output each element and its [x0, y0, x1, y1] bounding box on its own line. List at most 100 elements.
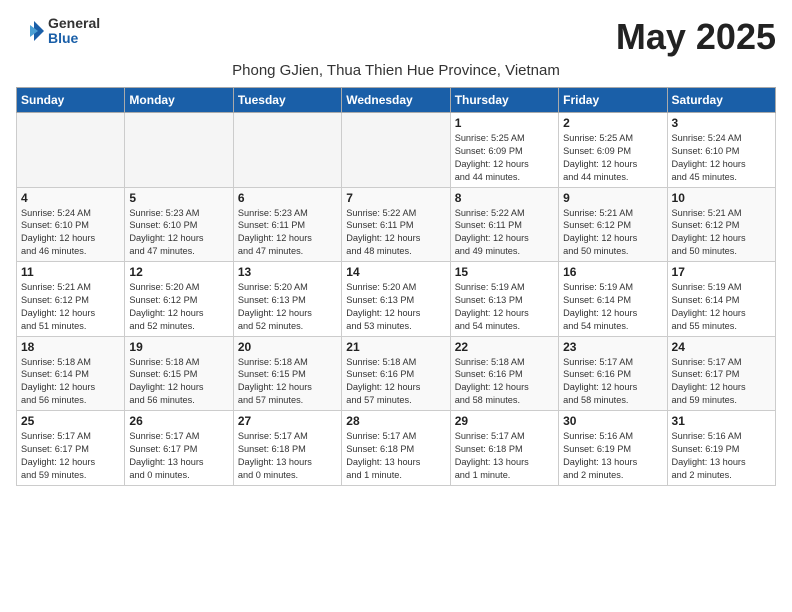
day-info: Sunrise: 5:24 AM Sunset: 6:10 PM Dayligh…	[21, 207, 120, 259]
day-number: 4	[21, 191, 120, 205]
location-subtitle: Phong GJien, Thua Thien Hue Province, Vi…	[16, 62, 776, 79]
day-number: 11	[21, 265, 120, 279]
day-info: Sunrise: 5:17 AM Sunset: 6:16 PM Dayligh…	[563, 356, 662, 408]
day-number: 14	[346, 265, 445, 279]
calendar-cell: 10 Sunrise: 5:21 AM Sunset: 6:12 PM Dayli…	[667, 187, 775, 262]
calendar-cell: 5 Sunrise: 5:23 AM Sunset: 6:10 PM Daylig…	[125, 187, 233, 262]
day-number: 29	[455, 414, 554, 428]
day-info: Sunrise: 5:16 AM Sunset: 6:19 PM Dayligh…	[563, 430, 662, 482]
day-info: Sunrise: 5:18 AM Sunset: 6:15 PM Dayligh…	[238, 356, 337, 408]
calendar-week-5: 25 Sunrise: 5:17 AM Sunset: 6:17 PM Dayli…	[17, 411, 776, 486]
day-info: Sunrise: 5:20 AM Sunset: 6:13 PM Dayligh…	[346, 281, 445, 333]
day-number: 31	[672, 414, 771, 428]
calendar-cell: 19 Sunrise: 5:18 AM Sunset: 6:15 PM Dayli…	[125, 336, 233, 411]
calendar-cell: 15Sunrise: 5:19 AM Sunset: 6:13 PM Dayli…	[450, 262, 558, 337]
day-info: Sunrise: 5:21 AM Sunset: 6:12 PM Dayligh…	[672, 207, 771, 259]
calendar-cell: 6 Sunrise: 5:23 AM Sunset: 6:11 PM Daylig…	[233, 187, 341, 262]
calendar-cell: 25 Sunrise: 5:17 AM Sunset: 6:17 PM Dayli…	[17, 411, 125, 486]
day-info: Sunrise: 5:22 AM Sunset: 6:11 PM Dayligh…	[346, 207, 445, 259]
title-section: May 2025	[616, 16, 776, 58]
day-number: 25	[21, 414, 120, 428]
day-info: Sunrise: 5:17 AM Sunset: 6:17 PM Dayligh…	[129, 430, 228, 482]
calendar-cell: 20Sunrise: 5:18 AM Sunset: 6:15 PM Dayli…	[233, 336, 341, 411]
calendar-cell: 28 Sunrise: 5:17 AM Sunset: 6:18 PM Dayli…	[342, 411, 450, 486]
page-header: General Blue May 2025	[16, 16, 776, 58]
calendar-cell: 7 Sunrise: 5:22 AM Sunset: 6:11 PM Daylig…	[342, 187, 450, 262]
calendar-week-1: 1 Sunrise: 5:25 AM Sunset: 6:09 PM Daylig…	[17, 113, 776, 188]
day-info: Sunrise: 5:18 AM Sunset: 6:14 PM Dayligh…	[21, 356, 120, 408]
day-number: 7	[346, 191, 445, 205]
calendar-cell: 14 Sunrise: 5:20 AM Sunset: 6:13 PM Dayli…	[342, 262, 450, 337]
logo-text: General Blue	[48, 16, 100, 47]
day-number: 28	[346, 414, 445, 428]
day-info: Sunrise: 5:19 AM Sunset: 6:14 PM Dayligh…	[563, 281, 662, 333]
calendar-week-2: 4 Sunrise: 5:24 AM Sunset: 6:10 PM Daylig…	[17, 187, 776, 262]
calendar-cell: 3 Sunrise: 5:24 AM Sunset: 6:10 PM Daylig…	[667, 113, 775, 188]
calendar-cell: 26 Sunrise: 5:17 AM Sunset: 6:17 PM Dayli…	[125, 411, 233, 486]
day-info: Sunrise: 5:20 AM Sunset: 6:13 PM Dayligh…	[238, 281, 337, 333]
day-info: Sunrise: 5:22 AM Sunset: 6:11 PM Dayligh…	[455, 207, 554, 259]
day-info: Sunrise: 5:25 AM Sunset: 6:09 PM Dayligh…	[455, 132, 554, 184]
day-number: 2	[563, 116, 662, 130]
calendar-cell: 29 Sunrise: 5:17 AM Sunset: 6:18 PM Dayli…	[450, 411, 558, 486]
day-number: 21	[346, 340, 445, 354]
day-number: 18	[21, 340, 120, 354]
day-info: Sunrise: 5:23 AM Sunset: 6:10 PM Dayligh…	[129, 207, 228, 259]
logo-icon	[16, 17, 44, 45]
day-info: Sunrise: 5:19 AM Sunset: 6:14 PM Dayligh…	[672, 281, 771, 333]
calendar-cell: 16 Sunrise: 5:19 AM Sunset: 6:14 PM Dayli…	[559, 262, 667, 337]
day-info: Sunrise: 5:21 AM Sunset: 6:12 PM Dayligh…	[21, 281, 120, 333]
calendar-cell: 2 Sunrise: 5:25 AM Sunset: 6:09 PM Daylig…	[559, 113, 667, 188]
day-info: Sunrise: 5:18 AM Sunset: 6:15 PM Dayligh…	[129, 356, 228, 408]
calendar-cell: 11 Sunrise: 5:21 AM Sunset: 6:12 PM Dayli…	[17, 262, 125, 337]
day-number: 1	[455, 116, 554, 130]
calendar-cell: 30 Sunrise: 5:16 AM Sunset: 6:19 PM Dayli…	[559, 411, 667, 486]
calendar-cell	[342, 113, 450, 188]
day-number: 17	[672, 265, 771, 279]
day-info: Sunrise: 5:20 AM Sunset: 6:12 PM Dayligh…	[129, 281, 228, 333]
day-number: 10	[672, 191, 771, 205]
logo-blue-label: Blue	[48, 31, 100, 46]
day-info: Sunrise: 5:23 AM Sunset: 6:11 PM Dayligh…	[238, 207, 337, 259]
calendar-cell: 22 Sunrise: 5:18 AM Sunset: 6:16 PM Dayli…	[450, 336, 558, 411]
logo-general-label: General	[48, 16, 100, 31]
calendar-cell: 27Sunrise: 5:17 AM Sunset: 6:18 PM Dayli…	[233, 411, 341, 486]
day-info: Sunrise: 5:17 AM Sunset: 6:18 PM Dayligh…	[346, 430, 445, 482]
day-number: 19	[129, 340, 228, 354]
day-info: Sunrise: 5:19 AM Sunset: 6:13 PM Dayligh…	[455, 281, 554, 333]
day-info: Sunrise: 5:21 AM Sunset: 6:12 PM Dayligh…	[563, 207, 662, 259]
day-number: 5	[129, 191, 228, 205]
calendar-table: SundayMondayTuesdayWednesdayThursdayFrid…	[16, 87, 776, 486]
weekday-header-tuesday: Tuesday	[233, 88, 341, 113]
day-info: Sunrise: 5:25 AM Sunset: 6:09 PM Dayligh…	[563, 132, 662, 184]
weekday-header-thursday: Thursday	[450, 88, 558, 113]
day-number: 23	[563, 340, 662, 354]
day-number: 16	[563, 265, 662, 279]
calendar-cell: 17 Sunrise: 5:19 AM Sunset: 6:14 PM Dayli…	[667, 262, 775, 337]
day-number: 3	[672, 116, 771, 130]
day-number: 9	[563, 191, 662, 205]
weekday-header-saturday: Saturday	[667, 88, 775, 113]
weekday-header-row: SundayMondayTuesdayWednesdayThursdayFrid…	[17, 88, 776, 113]
day-info: Sunrise: 5:24 AM Sunset: 6:10 PM Dayligh…	[672, 132, 771, 184]
calendar-cell: 24Sunrise: 5:17 AM Sunset: 6:17 PM Dayli…	[667, 336, 775, 411]
day-number: 22	[455, 340, 554, 354]
day-number: 30	[563, 414, 662, 428]
day-info: Sunrise: 5:18 AM Sunset: 6:16 PM Dayligh…	[346, 356, 445, 408]
day-info: Sunrise: 5:17 AM Sunset: 6:17 PM Dayligh…	[21, 430, 120, 482]
day-number: 26	[129, 414, 228, 428]
day-number: 13	[238, 265, 337, 279]
logo: General Blue	[16, 16, 100, 47]
day-info: Sunrise: 5:18 AM Sunset: 6:16 PM Dayligh…	[455, 356, 554, 408]
day-number: 8	[455, 191, 554, 205]
day-info: Sunrise: 5:17 AM Sunset: 6:18 PM Dayligh…	[455, 430, 554, 482]
calendar-cell: 9 Sunrise: 5:21 AM Sunset: 6:12 PM Daylig…	[559, 187, 667, 262]
day-number: 12	[129, 265, 228, 279]
day-number: 6	[238, 191, 337, 205]
day-info: Sunrise: 5:17 AM Sunset: 6:18 PM Dayligh…	[238, 430, 337, 482]
calendar-cell	[125, 113, 233, 188]
calendar-cell: 13 Sunrise: 5:20 AM Sunset: 6:13 PM Dayli…	[233, 262, 341, 337]
day-info: Sunrise: 5:17 AM Sunset: 6:17 PM Dayligh…	[672, 356, 771, 408]
calendar-cell: 8 Sunrise: 5:22 AM Sunset: 6:11 PM Daylig…	[450, 187, 558, 262]
weekday-header-friday: Friday	[559, 88, 667, 113]
